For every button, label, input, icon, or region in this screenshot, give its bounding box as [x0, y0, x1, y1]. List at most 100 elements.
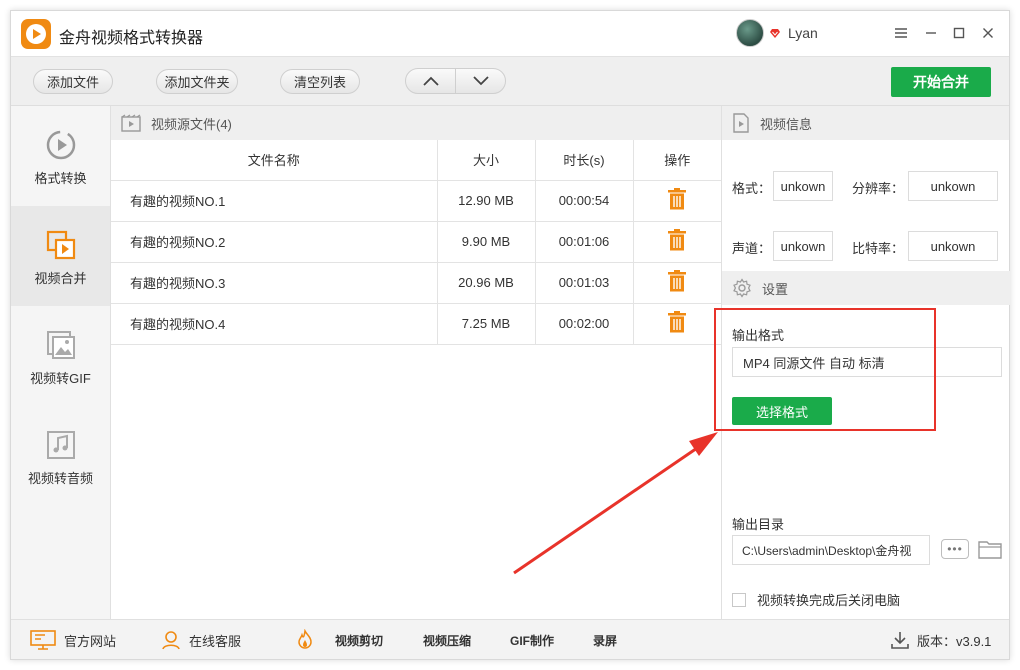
format-label: 格式： — [732, 181, 772, 196]
version-info[interactable]: 版本：v3.9.1 — [891, 620, 991, 660]
channel-value: unkown — [773, 231, 833, 261]
sidebar-item-label: 视频转GIF — [30, 371, 91, 386]
sidebar-item-video-to-audio[interactable]: 视频转音频 — [11, 406, 110, 506]
file-list-title: 视频源文件(4) — [151, 116, 232, 132]
app-title: 金舟视频格式转换器 — [59, 30, 204, 47]
column-header: 操作 — [633, 140, 721, 181]
video-compress-link[interactable]: 视频压缩 — [423, 620, 471, 660]
menu-icon[interactable] — [889, 21, 913, 45]
trash-icon[interactable] — [667, 311, 687, 336]
trash-icon[interactable] — [667, 188, 687, 213]
output-dir-field[interactable]: C:\Users\admin\Desktop\金舟视 — [732, 535, 930, 565]
sidebar-item-video-merge[interactable]: 视频合并 — [11, 206, 110, 306]
move-down-button[interactable] — [456, 69, 505, 93]
chevron-up-icon — [422, 76, 439, 86]
maximize-icon[interactable] — [947, 21, 971, 45]
file-name: 有趣的视频NO.2 — [111, 221, 438, 263]
settings-title: 设置 — [762, 281, 789, 297]
right-panel: 视频信息 格式： unkown 分辨率： unkown 声道： unkown 比… — [714, 106, 1010, 619]
resolution-label: 分辨率： — [852, 181, 905, 196]
trash-icon[interactable] — [667, 229, 687, 254]
official-site-link[interactable]: 官方网站 — [30, 620, 116, 660]
more-options-icon[interactable]: ••• — [941, 539, 969, 559]
video-info-title: 视频信息 — [760, 116, 813, 132]
close-icon[interactable] — [976, 21, 1000, 45]
add-folder-button[interactable]: 添加文件夹 — [156, 69, 238, 94]
sidebar-item-label: 视频合并 — [34, 271, 87, 286]
file-table: 文件名称 大小 时长(s) 操作 有趣的视频NO.1 12.90 MB 00:0… — [111, 140, 721, 345]
info-row: 格式： unkown 分辨率： unkown — [722, 171, 1010, 201]
table-row[interactable]: 有趣的视频NO.2 9.90 MB 00:01:06 — [111, 221, 721, 263]
resolution-value: unkown — [908, 171, 998, 201]
table-row[interactable]: 有趣的视频NO.1 12.90 MB 00:00:54 — [111, 180, 721, 222]
minimize-icon[interactable] — [919, 21, 943, 45]
user-service-icon — [162, 631, 180, 650]
footer: 官方网站 在线客服 视频剪切 视频压缩 GIF制作 录屏 版本：v3.9.1 — [11, 619, 1009, 659]
download-icon — [891, 632, 909, 649]
start-merge-button[interactable]: 开始合并 — [891, 67, 991, 97]
shutdown-option[interactable]: 视频转换完成后关闭电脑 — [732, 590, 900, 609]
file-list-panel: 视频源文件(4) 文件名称 大小 时长(s) 操作 有趣的视频NO.1 12.9… — [111, 106, 721, 619]
gif-make-link[interactable]: GIF制作 — [510, 620, 554, 660]
info-row: 声道： unkown 比特率： unkown — [722, 231, 1010, 261]
image-icon — [44, 328, 78, 362]
file-list-header: 视频源文件(4) — [111, 106, 721, 140]
file-name: 有趣的视频NO.3 — [111, 262, 438, 304]
video-folder-icon — [121, 114, 141, 132]
column-header: 大小 — [437, 140, 536, 181]
file-duration: 00:01:06 — [535, 221, 634, 263]
screen-record-link[interactable]: 录屏 — [593, 620, 617, 660]
file-size: 7.25 MB — [437, 303, 536, 345]
sidebar-item-label: 格式转换 — [34, 171, 87, 186]
online-service-label: 在线客服 — [189, 633, 242, 649]
trash-icon[interactable] — [667, 270, 687, 295]
move-up-button[interactable] — [406, 69, 456, 93]
sidebar-item-label: 视频转音频 — [27, 471, 93, 486]
video-cut-link[interactable]: 视频剪切 — [335, 620, 383, 660]
table-row[interactable]: 有趣的视频NO.3 20.96 MB 00:01:03 — [111, 262, 721, 304]
bitrate-value: unkown — [908, 231, 998, 261]
file-duration: 00:02:00 — [535, 303, 634, 345]
file-duration: 00:01:03 — [535, 262, 634, 304]
app-window: 金舟视频格式转换器 Lyan 添加文件 添加文件夹 清空列表 开始合并 格式转换… — [10, 10, 1010, 660]
chevron-down-icon — [472, 76, 489, 86]
title-bar: 金舟视频格式转换器 Lyan — [11, 11, 1009, 56]
folder-icon[interactable] — [978, 538, 1002, 560]
video-info-header: 视频信息 — [722, 106, 1009, 140]
monitor-icon — [30, 630, 56, 650]
user-avatar[interactable] — [736, 19, 764, 47]
format-value: unkown — [773, 171, 833, 201]
shutdown-label: 视频转换完成后关闭电脑 — [757, 593, 901, 608]
video-info-icon — [733, 113, 749, 133]
hot-tools-icon-item — [294, 620, 324, 660]
toolbar: 添加文件 添加文件夹 清空列表 开始合并 — [11, 56, 1009, 106]
vip-badge-icon — [770, 29, 780, 38]
version-label: 版本：v3.9.1 — [917, 633, 992, 649]
annotation-highlight-box — [714, 308, 936, 431]
table-row[interactable]: 有趣的视频NO.4 7.25 MB 00:02:00 — [111, 303, 721, 345]
channel-label: 声道： — [732, 241, 772, 256]
sidebar-item-format-convert[interactable]: 格式转换 — [11, 106, 110, 206]
online-service-link[interactable]: 在线客服 — [161, 620, 241, 660]
file-size: 12.90 MB — [437, 180, 536, 222]
output-dir-label: 输出目录 — [732, 517, 785, 532]
sidebar-item-video-to-gif[interactable]: 视频转GIF — [11, 306, 110, 406]
move-buttons — [405, 68, 506, 94]
file-duration: 00:00:54 — [535, 180, 634, 222]
column-header: 文件名称 — [111, 140, 438, 181]
format-convert-icon — [44, 128, 78, 162]
add-file-button[interactable]: 添加文件 — [33, 69, 113, 94]
user-name[interactable]: Lyan — [788, 25, 818, 41]
official-site-label: 官方网站 — [64, 633, 117, 649]
file-size: 9.90 MB — [437, 221, 536, 263]
file-size: 20.96 MB — [437, 262, 536, 304]
app-logo-icon — [21, 19, 51, 49]
column-header: 时长(s) — [535, 140, 634, 181]
file-name: 有趣的视频NO.4 — [111, 303, 438, 345]
music-icon — [44, 428, 78, 462]
shutdown-checkbox[interactable] — [732, 592, 746, 607]
file-name: 有趣的视频NO.1 — [111, 180, 438, 222]
clear-list-button[interactable]: 清空列表 — [280, 69, 360, 94]
video-merge-icon — [44, 228, 78, 262]
bitrate-label: 比特率： — [852, 241, 905, 256]
